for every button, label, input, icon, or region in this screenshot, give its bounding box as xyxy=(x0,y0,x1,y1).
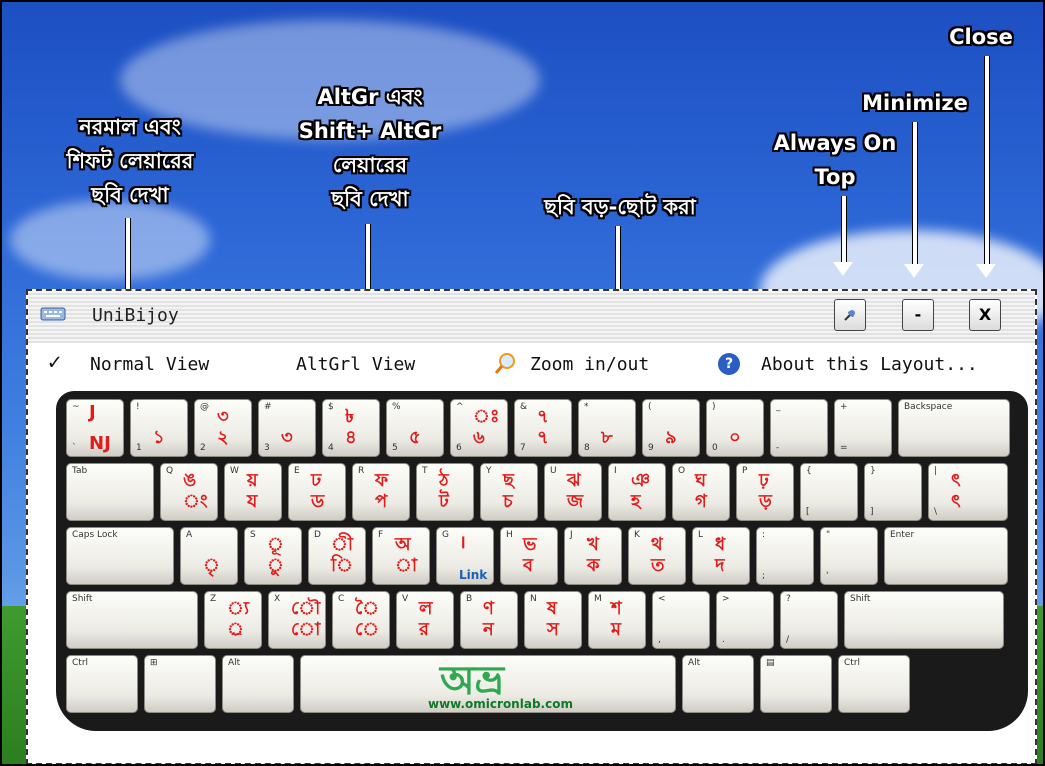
image-border xyxy=(0,0,1045,766)
